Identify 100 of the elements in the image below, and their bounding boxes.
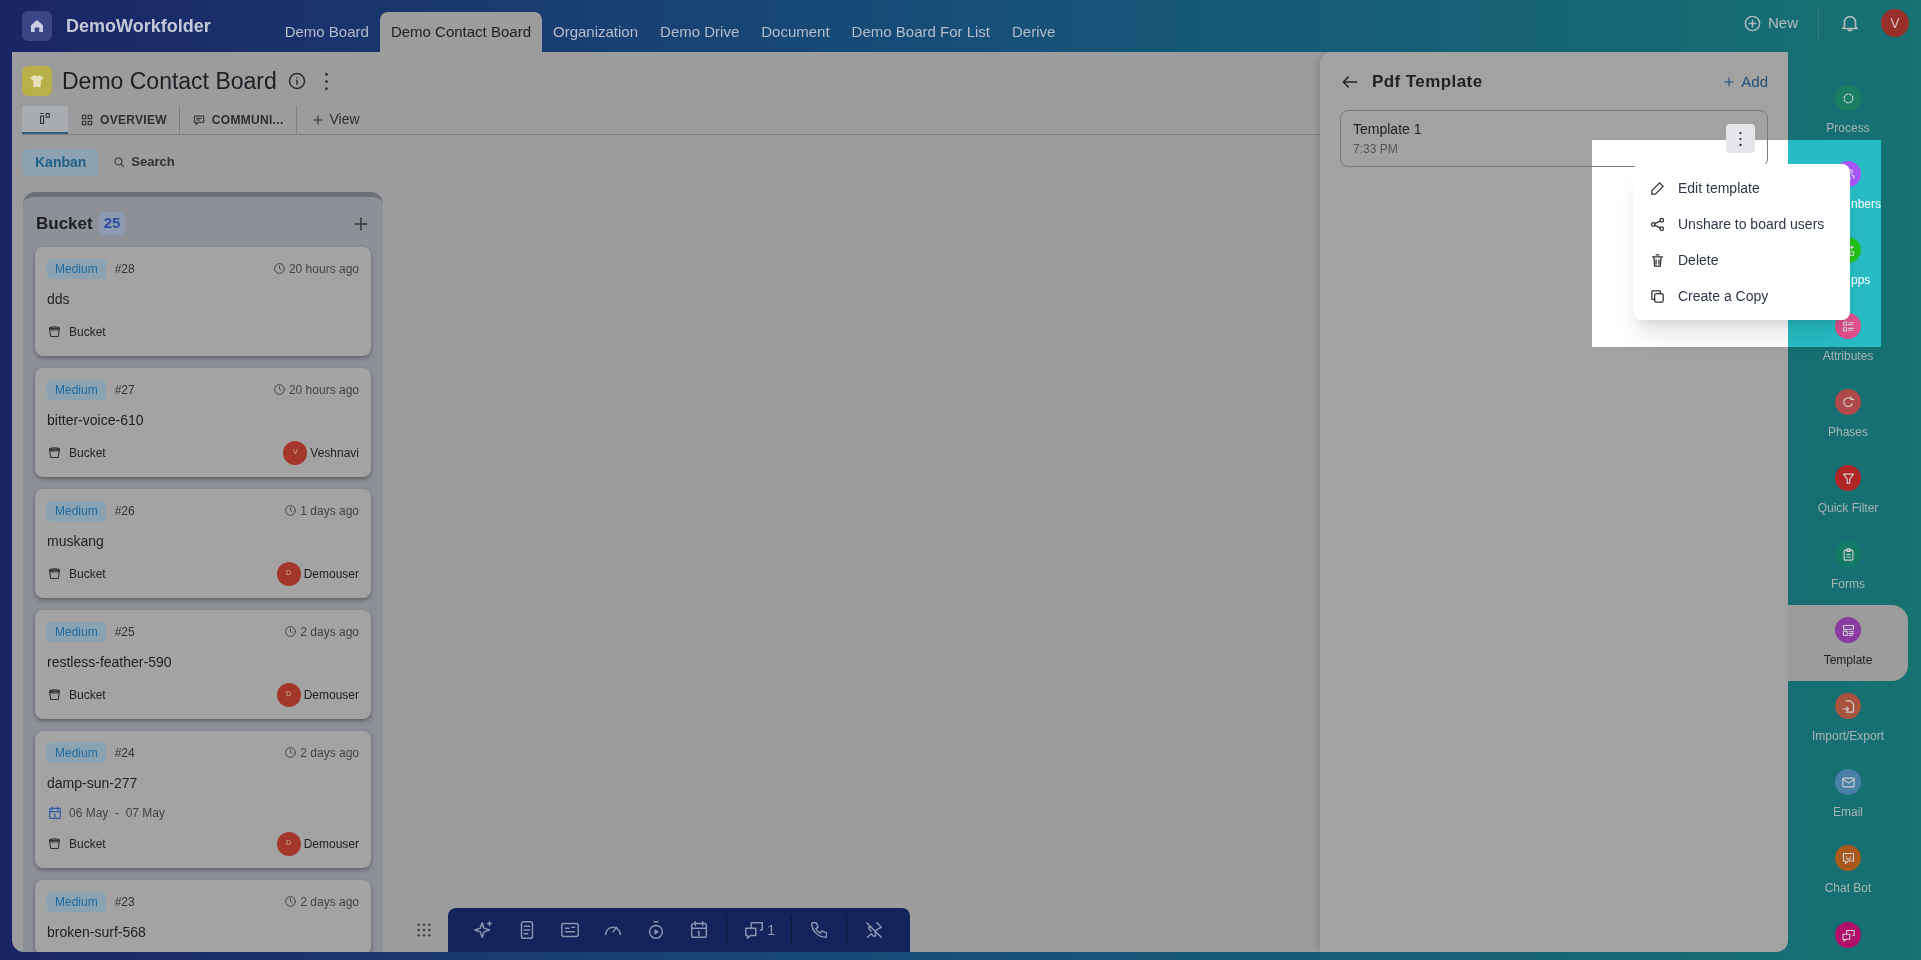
overview-icon [80,112,94,127]
sidebar-label: Email [1833,804,1863,821]
board-tab[interactable]: Document [750,12,841,52]
card-number: #23 [114,893,135,911]
bucket-label: Bucket [69,565,106,583]
home-icon[interactable] [22,11,52,41]
board-tab[interactable]: Derive [1001,12,1067,52]
sidebar-label: Template [1823,652,1873,669]
card-time: 20 hours ago [288,260,359,278]
assignee-name: Demouser [303,835,359,853]
card-number: #26 [114,502,135,520]
user-avatar[interactable]: V [1881,9,1909,37]
priority-badge: Medium [47,258,106,279]
share-icon [1649,215,1666,233]
assignee-name: Demouser [303,686,359,704]
bucket-icon [47,836,62,851]
menu-item[interactable]: Edit template [1633,170,1850,206]
communication-icon [191,112,206,127]
workspace-name: DemoWorkfolder [66,14,211,38]
card-time: 20 hours ago [288,381,359,399]
sidebar-item[interactable]: Process [1788,73,1908,149]
clock-icon [284,746,298,759]
board-tab[interactable]: Organization [542,12,650,52]
copy-icon [1649,287,1666,305]
bucket-icon [47,566,62,581]
priority-badge: Medium [47,621,106,642]
sidebar-item[interactable]: Quick Filter [1788,453,1908,529]
date-range: 06 May - 07 May [69,804,166,822]
clock-icon [272,383,286,396]
panel-title: Pdf Template [1372,71,1483,94]
kanban-mode-tab[interactable]: Kanban [23,148,99,176]
chat-icon [743,919,765,941]
trash-icon [1649,251,1666,269]
assignee-name: Veshnavi [310,444,359,462]
card-number: #25 [114,623,135,641]
menu-item[interactable]: Create a Copy [1633,278,1850,314]
task-card[interactable]: Medium #23 2 days ago broken-surf-568 [35,879,371,952]
sidebar-item[interactable]: Chat Bot [1788,833,1908,909]
priority-badge: Medium [47,379,106,400]
menu-item[interactable]: Delete [1633,242,1850,278]
template-time: 7:33 PM [1353,141,1399,158]
sidebar-label: Phases [1828,424,1868,441]
sidebar-item[interactable]: Forms [1788,529,1908,605]
clock-icon [284,625,298,638]
sparkles-icon [473,919,495,941]
clock-icon [272,262,286,275]
menu-item[interactable]: Unshare to board users [1633,206,1850,242]
view-tab[interactable] [22,105,68,134]
new-button[interactable]: New [1743,11,1798,35]
plus-icon [1743,13,1762,33]
sidebar-item[interactable]: Email [1788,757,1908,833]
count-badge: 25 [98,212,126,235]
card-time: 2 days ago [300,623,359,641]
task-card[interactable]: Medium #28 20 hours ago dds Bucket [35,246,371,356]
sidebar-label: Forms [1831,576,1865,593]
calendar-icon [688,919,710,941]
view-tab[interactable]: OVERVIEW [68,105,180,134]
sidebar-label: Import/Export [1812,728,1884,745]
sidebar-label: pps [1850,272,1871,289]
card-number: #28 [114,260,135,278]
bucket-label: Bucket [69,323,106,341]
board-view-icon [37,111,53,126]
card-title: bitter-voice-610 [47,410,145,430]
column-title: Bucket [36,212,93,235]
bucket-icon [47,445,62,460]
clock-icon [284,895,298,908]
card-title: dds [47,289,71,309]
sidebar-item[interactable]: Import/Export [1788,681,1908,757]
bucket-icon [47,324,62,339]
board-tab[interactable]: Demo Board [273,12,380,52]
info-icon [286,71,307,92]
view-tab[interactable]: COMMUNI... [179,105,297,134]
board-tab[interactable]: Demo Contact Board [379,12,542,52]
sidebar-label: Attributes [1822,348,1874,365]
card-title: broken-surf-568 [47,922,147,942]
board-icon [22,66,52,97]
plus-icon [310,112,325,127]
board-tab[interactable]: Demo Drive [649,12,751,52]
card-time: 2 days ago [300,744,359,762]
plus-icon [1722,75,1737,89]
board-tab[interactable]: Demo Board For List [840,12,1001,52]
sidebar-item[interactable]: Template [1788,605,1908,681]
add-button[interactable]: Add [1722,70,1768,94]
card-number: #24 [114,744,135,762]
bucket-label: Bucket [69,686,106,704]
sidebar-item[interactable]: Phases [1788,377,1908,453]
search-button[interactable]: Search [106,152,181,172]
more-icon [324,72,328,90]
search-icon [112,155,127,169]
bucket-label: Bucket [69,835,106,853]
toolbar-button[interactable]: 1 [734,912,785,948]
more-icon [1739,131,1742,146]
bucket-icon [47,687,62,702]
add-view-button[interactable]: View [296,105,374,134]
bucket-label: Bucket [69,444,106,462]
sidebar-label: nbers [1850,196,1882,213]
sidebar-label: Quick Filter [1817,500,1879,517]
priority-badge: Medium [47,742,106,763]
card-number: #27 [114,381,135,399]
priority-badge: Medium [47,500,106,521]
